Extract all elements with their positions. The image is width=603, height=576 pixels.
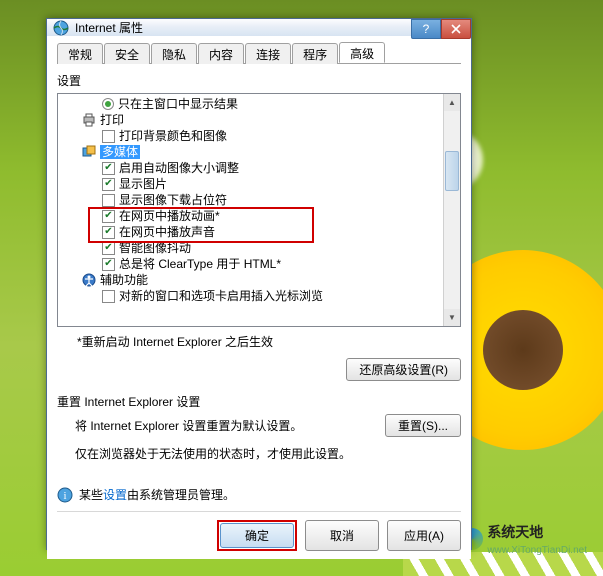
scrollbar[interactable]: ▲ ▼ xyxy=(443,94,460,326)
scroll-down-button[interactable]: ▼ xyxy=(444,309,460,326)
checkbox-icon[interactable] xyxy=(102,226,115,239)
tab-programs[interactable]: 程序 xyxy=(292,43,338,64)
info-icon: i xyxy=(57,487,73,503)
advanced-tab-panel: 设置 只在主窗口中显示结果 打印 打印背景颜色和图 xyxy=(57,70,461,551)
checkbox-icon[interactable] xyxy=(102,258,115,271)
settings-link[interactable]: 设置 xyxy=(103,488,127,502)
tab-privacy[interactable]: 隐私 xyxy=(151,43,197,64)
internet-options-dialog: Internet 属性 ? 常规 安全 隐私 内容 连接 程序 高级 设置 xyxy=(46,18,472,550)
tree-item-show-images[interactable]: 显示图片 xyxy=(64,176,441,192)
checkbox-icon[interactable] xyxy=(102,290,115,303)
tree-item-show-placeholders[interactable]: 显示图像下载占位符 xyxy=(64,192,441,208)
settings-tree: 只在主窗口中显示结果 打印 打印背景颜色和图像 xyxy=(57,93,461,327)
scroll-up-button[interactable]: ▲ xyxy=(444,94,460,111)
help-button[interactable]: ? xyxy=(411,19,441,39)
admin-note: i 某些设置由系统管理员管理。 xyxy=(57,486,461,503)
scroll-track[interactable] xyxy=(444,111,460,309)
reset-desc: 将 Internet Explorer 设置重置为默认设置。 xyxy=(75,417,385,434)
tree-category-multimedia[interactable]: 多媒体 xyxy=(64,144,441,160)
restore-defaults-button[interactable]: 还原高级设置(R) xyxy=(346,358,461,381)
tree-item-main-window[interactable]: 只在主窗口中显示结果 xyxy=(64,96,441,112)
scroll-thumb[interactable] xyxy=(445,151,459,191)
tab-advanced[interactable]: 高级 xyxy=(339,42,385,63)
accessibility-icon xyxy=(82,273,96,287)
apply-button[interactable]: 应用(A) xyxy=(387,520,461,551)
checkbox-icon[interactable] xyxy=(102,178,115,191)
tree-item-caret-browsing[interactable]: 对新的窗口和选项卡启用插入光标浏览 xyxy=(64,288,441,304)
tree-item-print-bg[interactable]: 打印背景颜色和图像 xyxy=(64,128,441,144)
tab-connections[interactable]: 连接 xyxy=(245,43,291,64)
tree-item-smart-dither[interactable]: 智能图像抖动 xyxy=(64,240,441,256)
watermark-name: 系统天地 xyxy=(487,524,543,540)
divider xyxy=(57,511,461,512)
checkbox-icon[interactable] xyxy=(102,130,115,143)
tree-category-accessibility[interactable]: 辅助功能 xyxy=(64,272,441,288)
checkbox-icon[interactable] xyxy=(102,210,115,223)
restart-note: *重新启动 Internet Explorer 之后生效 xyxy=(77,333,461,350)
printer-icon xyxy=(82,113,96,127)
radio-icon[interactable] xyxy=(102,98,114,110)
cancel-button[interactable]: 取消 xyxy=(305,520,379,551)
svg-text:i: i xyxy=(63,490,66,502)
watermark: 系统天地 www.XiTongTianDi.net xyxy=(461,522,587,556)
window-title: Internet 属性 xyxy=(75,19,143,36)
tree-item-auto-resize[interactable]: 启用自动图像大小调整 xyxy=(64,160,441,176)
ok-button[interactable]: 确定 xyxy=(220,523,294,548)
tabstrip: 常规 安全 隐私 内容 连接 程序 高级 xyxy=(57,42,461,64)
tab-content[interactable]: 内容 xyxy=(198,43,244,64)
close-button[interactable] xyxy=(441,19,471,39)
tree-item-play-sounds[interactable]: 在网页中播放声音 xyxy=(64,224,441,240)
tab-security[interactable]: 安全 xyxy=(104,43,150,64)
checkbox-icon[interactable] xyxy=(102,162,115,175)
highlight-annotation-ok: 确定 xyxy=(217,520,297,551)
reset-button[interactable]: 重置(S)... xyxy=(385,414,461,437)
reset-warning: 仅在浏览器处于无法使用的状态时，才使用此设置。 xyxy=(75,445,461,462)
multimedia-icon xyxy=(82,145,96,159)
watermark-url: www.XiTongTianDi.net xyxy=(487,545,587,556)
settings-label: 设置 xyxy=(57,72,461,89)
tab-general[interactable]: 常规 xyxy=(57,43,103,64)
tree-category-printing[interactable]: 打印 xyxy=(64,112,441,128)
reset-heading: 重置 Internet Explorer 设置 xyxy=(57,393,461,410)
checkbox-icon[interactable] xyxy=(102,242,115,255)
tree-item-cleartype[interactable]: 总是将 ClearType 用于 HTML* xyxy=(64,256,441,272)
titlebar: Internet 属性 ? xyxy=(47,19,471,36)
checkbox-icon[interactable] xyxy=(102,194,115,207)
globe-icon xyxy=(53,20,69,36)
tree-item-play-animations[interactable]: 在网页中播放动画* xyxy=(64,208,441,224)
